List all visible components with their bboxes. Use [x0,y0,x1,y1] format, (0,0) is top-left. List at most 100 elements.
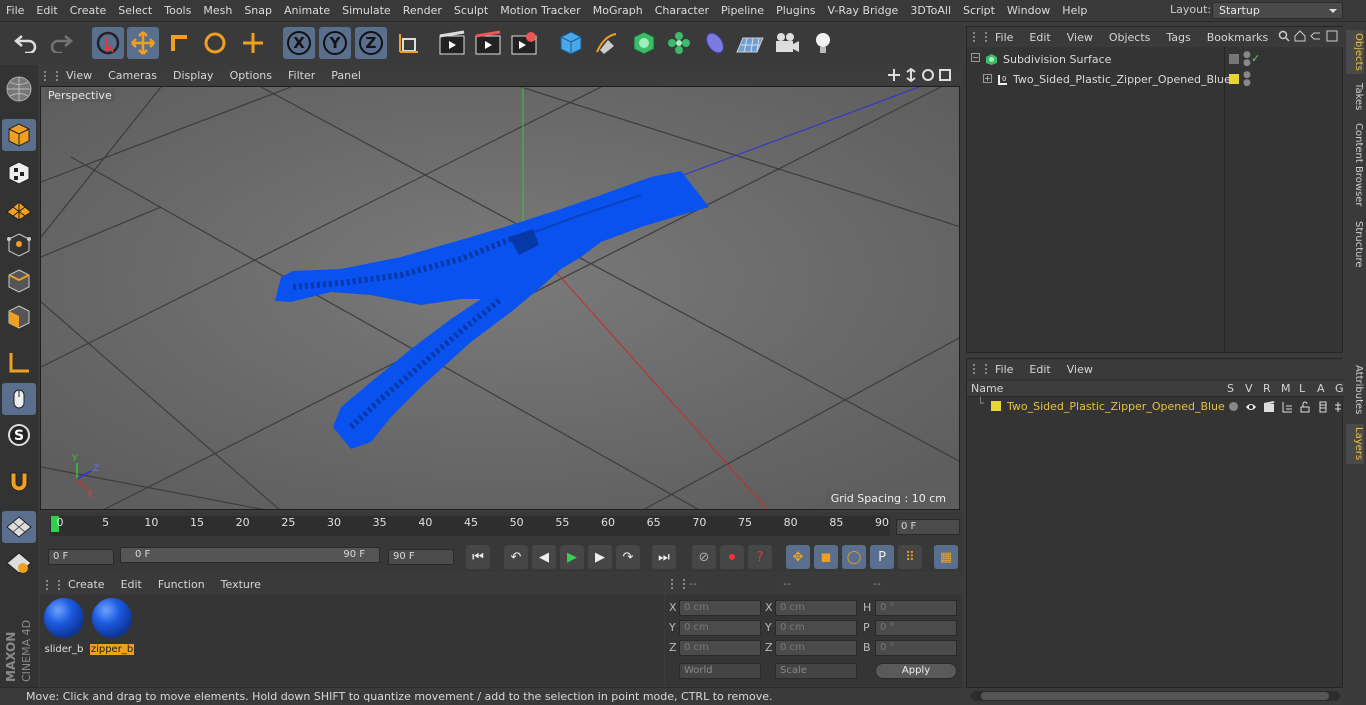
menu-select[interactable]: Select [112,0,158,22]
position-y-field[interactable]: 0 cm [679,620,761,636]
material-menu-create[interactable]: Create [60,578,113,591]
material-menu-texture[interactable]: Texture [213,578,269,591]
object-menu-bookmarks[interactable]: Bookmarks [1199,31,1276,44]
menu-motion-tracker[interactable]: Motion Tracker [494,0,586,22]
transform-tool-icon[interactable] [237,27,269,59]
viewport-menu-display[interactable]: Display [165,69,222,82]
next-key-icon[interactable]: ↷ [616,545,640,569]
render-region-icon[interactable] [472,27,504,59]
y-axis-lock-button[interactable]: Y [319,27,351,59]
position-z-field[interactable]: 0 cm [679,640,761,656]
menu-script[interactable]: Script [957,0,1001,22]
rotation-p-field[interactable]: 0 ° [875,620,957,636]
z-axis-lock-button[interactable]: Z [355,27,387,59]
apply-button[interactable]: Apply [875,663,957,679]
key-position-icon[interactable]: ✥ [786,545,810,569]
axis-mode-icon[interactable] [2,347,36,379]
layer-menu-view[interactable]: View [1059,363,1101,376]
go-to-end-icon[interactable]: ⏭ [652,545,676,569]
orbit-view-icon[interactable] [921,68,935,82]
size-x-field[interactable]: 0 cm [775,600,857,616]
key-rotation-icon[interactable]: ◯ [842,545,866,569]
menu-plugins[interactable]: Plugins [770,0,821,22]
coord-scale-select[interactable]: Scale [775,663,857,679]
layer-swatch[interactable] [1229,54,1239,64]
menu-edit[interactable]: Edit [30,0,63,22]
menu-snap[interactable]: Snap [238,0,278,22]
floor-icon[interactable] [734,27,766,59]
current-frame-field[interactable]: 0 F [896,519,960,535]
move-tool-icon[interactable] [127,27,159,59]
viewport-menu-filter[interactable]: Filter [280,69,323,82]
size-y-field[interactable]: 0 cm [775,620,857,636]
visibility-dots[interactable]: ● ● [1243,71,1251,88]
workplane-lock-icon[interactable] [2,511,36,543]
back-icon[interactable] [1310,30,1322,42]
layer-swatch[interactable] [1229,74,1239,84]
layer-menu-edit[interactable]: Edit [1021,363,1058,376]
autokey-icon[interactable]: ? [748,545,772,569]
horizontal-scrollbar[interactable] [971,691,1340,701]
lock-icon[interactable] [1299,401,1311,413]
material-slider-b[interactable]: slider_b [42,598,86,656]
column-animation[interactable]: A [1317,382,1325,395]
workplane-icon[interactable] [2,193,36,225]
viewport-menu-view[interactable]: View [58,69,100,82]
animation-toggle-icon[interactable] [1317,401,1329,413]
edges-mode-icon[interactable] [2,265,36,297]
tab-takes[interactable]: Takes [1346,82,1364,112]
menu-mograph[interactable]: MoGraph [587,0,649,22]
tab-objects[interactable]: Objects [1346,30,1364,74]
column-generators[interactable]: G [1335,382,1344,395]
object-row-subdivision[interactable]: − Subdivision Surface ● ● ✓ [967,51,1344,69]
maximize-view-icon[interactable] [938,68,952,82]
render-view-icon[interactable] [436,27,468,59]
model-mode-icon[interactable] [2,119,36,151]
key-scale-icon[interactable]: ◼ [814,545,838,569]
search-icon[interactable] [1278,30,1290,42]
position-x-field[interactable]: 0 cm [679,600,761,616]
eye-icon[interactable] [1245,401,1257,413]
menu-vray-bridge[interactable]: V-Ray Bridge [821,0,904,22]
tweak-mode-icon[interactable] [2,383,36,415]
subdivision-surface-icon[interactable] [628,27,660,59]
object-menu-edit[interactable]: Edit [1021,31,1058,44]
menu-help[interactable]: Help [1056,0,1093,22]
viewport-menu-cameras[interactable]: Cameras [100,69,165,82]
rotation-b-field[interactable]: 0 ° [875,640,957,656]
frame-range-slider[interactable]: 0 F 90 F [120,547,380,563]
solo-mode-icon[interactable]: S [2,419,36,451]
key-parameter-icon[interactable]: P [870,545,894,569]
workplane-align-icon[interactable] [2,547,36,579]
collapse-icon[interactable]: − [971,53,980,62]
menu-simulate[interactable]: Simulate [336,0,397,22]
menu-file[interactable]: File [0,0,30,22]
camera-label[interactable]: Perspective [45,89,115,102]
key-pla-icon[interactable]: ⠿ [898,545,922,569]
timeline-window-icon[interactable]: ▦ [934,545,958,569]
start-frame-field[interactable]: 0 F [48,549,114,565]
record-active-icon[interactable]: ⏺ [720,545,744,569]
layer-row[interactable]: └ Two_Sided_Plastic_Zipper_Opened_Blue [967,397,1344,415]
viewport-menu-panel[interactable]: Panel [323,69,369,82]
solo-toggle-icon[interactable] [1229,402,1238,411]
size-z-field[interactable]: 0 cm [775,640,857,656]
column-render[interactable]: R [1263,382,1271,395]
material-zipper-b[interactable]: zipper_b [90,598,134,656]
snapping-icon[interactable] [2,465,36,497]
cube-primitive-icon[interactable] [555,27,587,59]
menu-character[interactable]: Character [649,0,715,22]
menu-3dtoall[interactable]: 3DToAll [904,0,957,22]
column-view[interactable]: V [1245,382,1253,395]
previous-key-icon[interactable]: ↶ [504,545,528,569]
tab-layers[interactable]: Layers [1346,424,1364,464]
light-icon[interactable] [807,27,839,59]
object-menu-objects[interactable]: Objects [1101,31,1159,44]
undo-icon[interactable] [10,27,42,59]
expand-icon[interactable]: + [983,74,992,83]
manager-toggle-icon[interactable] [1281,401,1293,413]
live-selection-icon[interactable] [92,27,124,59]
menu-animate[interactable]: Animate [278,0,336,22]
layer-menu-file[interactable]: File [987,363,1021,376]
render-settings-icon[interactable] [508,27,540,59]
